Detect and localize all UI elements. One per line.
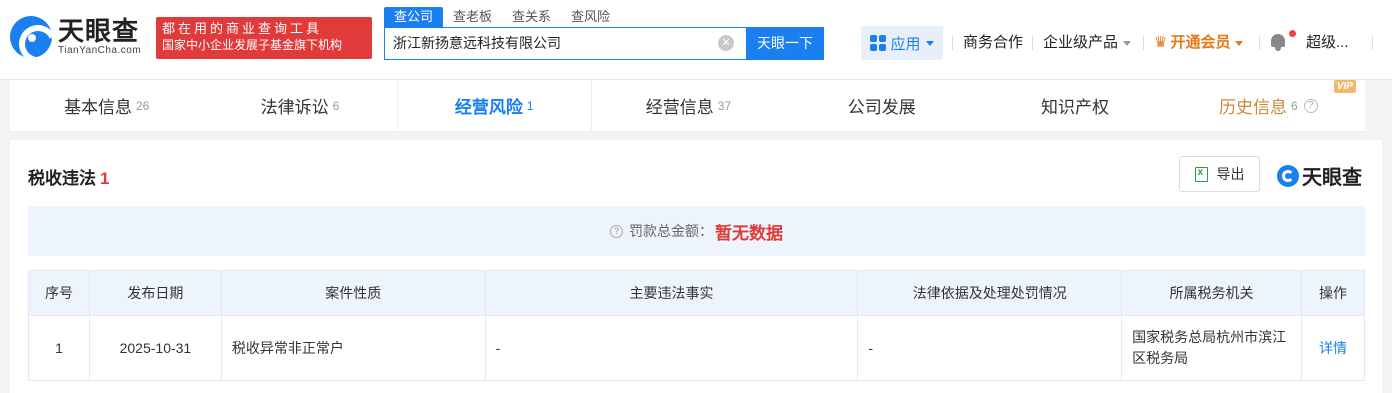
- logo-eye-icon: [1277, 164, 1299, 187]
- search-input[interactable]: 浙江新扬意远科技有限公司 ✕: [384, 27, 746, 60]
- column-header: 所属税务机关: [1121, 270, 1302, 316]
- column-header: 序号: [28, 270, 90, 316]
- nav-divider: [1032, 36, 1033, 50]
- vip-badge: VIP: [1333, 80, 1356, 93]
- cell-no: 1: [28, 315, 90, 381]
- cell-date: 2025-10-31: [88, 315, 222, 381]
- slogan-line-1: 都在用的商业查询工具: [162, 21, 323, 36]
- close-circle-icon[interactable]: ✕: [718, 35, 734, 51]
- tab-count: 37: [717, 98, 732, 113]
- nav-business-link[interactable]: 商务合作: [963, 33, 1023, 53]
- column-header: 案件性质: [220, 270, 486, 316]
- section-count: 1: [100, 169, 110, 188]
- cell-basis: -: [857, 315, 1123, 381]
- search-type-tabs: 查公司 查老板 查关系 查风险: [384, 7, 620, 27]
- export-label: 导出: [1216, 166, 1245, 182]
- tab-label: 经营风险: [454, 98, 523, 117]
- chevron-down-icon: [1235, 40, 1244, 46]
- watermark-text: 天眼查: [1302, 167, 1362, 189]
- fine-summary-bar: ? 罚款总金额： 暂无数据: [28, 206, 1365, 256]
- search-button[interactable]: 天眼一下: [746, 27, 824, 60]
- cell-authority: 国家税务总局杭州市滨江区税务局: [1121, 315, 1302, 381]
- search-tab-relation[interactable]: 查关系: [502, 7, 561, 27]
- tax-violation-panel: 税收违法1 导出 天眼查 ? 罚款总金额： 暂无数据 序号 发布日期 案件性质 …: [10, 140, 1382, 393]
- tab-history[interactable]: VIP 历史信息 6 ?: [1172, 80, 1365, 131]
- logo-domain: TianYanCha.com: [58, 45, 142, 56]
- company-section-tabs: 基本信息 26 法律诉讼 6 经营风险 1 经营信息 37 公司发展 知识产权 VIP …: [10, 80, 1365, 132]
- nav-enterprise-label: 企业级产品: [1043, 34, 1119, 51]
- tax-violation-table: 序号 发布日期 案件性质 主要违法事实 法律依据及处理处罚情况 所属税务机关 操…: [28, 270, 1366, 381]
- top-header: 天眼查 TianYanCha.com 都在用的商业查询工具 国家中小企业发展子基…: [0, 0, 1392, 80]
- bell-icon[interactable]: [1270, 33, 1286, 51]
- tab-label: 知识产权: [1041, 98, 1110, 117]
- tab-count: 6: [332, 98, 340, 113]
- apps-menu-button[interactable]: 应用: [861, 26, 943, 60]
- vip-label: 开通会员: [1170, 34, 1231, 51]
- apps-grid-icon: [870, 35, 887, 51]
- section-title: 税收违法 1: [28, 164, 109, 189]
- tab-legal[interactable]: 法律诉讼 6: [203, 80, 396, 131]
- chevron-down-icon: [925, 40, 934, 46]
- export-button[interactable]: 导出: [1179, 156, 1260, 192]
- nav-divider: [1372, 36, 1373, 50]
- logo-eye-icon: [10, 16, 52, 58]
- tab-intellectual-property[interactable]: 知识产权: [978, 80, 1171, 131]
- fine-label: 罚款总金额：: [629, 223, 713, 239]
- slogan-line-2: 国家中小企业发展子基金旗下机构: [162, 38, 343, 52]
- tab-count: 26: [135, 98, 150, 113]
- nav-divider: [1259, 36, 1260, 50]
- detail-link[interactable]: 详情: [1319, 340, 1347, 356]
- tab-label: 经营信息: [645, 98, 714, 117]
- tab-business-info[interactable]: 经营信息 37: [592, 80, 785, 131]
- tab-count: 1: [526, 98, 534, 113]
- site-logo[interactable]: 天眼查 TianYanCha.com: [10, 16, 141, 58]
- question-icon[interactable]: ?: [1303, 98, 1318, 113]
- column-header[interactable]: 发布日期: [88, 270, 222, 316]
- nav-divider: [952, 36, 953, 50]
- excel-icon: [1194, 166, 1208, 182]
- table-row: 1 2025-10-31 税收异常非正常户 - - 国家税务总局杭州市滨江区税务…: [28, 315, 1366, 381]
- column-header: 法律依据及处理处罚情况: [857, 270, 1123, 316]
- crown-icon: ♛: [1154, 34, 1168, 51]
- table-header-row: 序号 发布日期 案件性质 主要违法事实 法律依据及处理处罚情况 所属税务机关 操…: [28, 270, 1366, 316]
- nav-enterprise-menu[interactable]: 企业级产品: [1043, 33, 1132, 53]
- question-icon[interactable]: ?: [610, 224, 623, 238]
- chevron-down-icon: [1123, 40, 1132, 46]
- search-tab-risk[interactable]: 查风险: [561, 7, 620, 27]
- tab-label: 公司发展: [847, 98, 916, 117]
- column-header: 主要违法事实: [484, 270, 859, 316]
- slogan-banner: 都在用的商业查询工具 国家中小企业发展子基金旗下机构: [156, 17, 372, 59]
- tab-company-development[interactable]: 公司发展: [785, 80, 978, 131]
- vip-open-menu[interactable]: ♛ 开通会员: [1154, 33, 1244, 53]
- tab-count: 6: [1290, 98, 1298, 113]
- notification-dot: [1289, 30, 1296, 37]
- search-tab-company[interactable]: 查公司: [384, 7, 444, 27]
- tab-business-risk[interactable]: 经营风险 1: [396, 80, 592, 131]
- logo-name: 天眼查: [58, 16, 140, 46]
- nav-divider: [1143, 36, 1144, 50]
- cell-nature: 税收异常非正常户: [220, 315, 486, 381]
- tab-label: 基本信息: [63, 98, 132, 117]
- tab-label: 历史信息: [1218, 98, 1287, 117]
- tab-basic-info[interactable]: 基本信息 26: [10, 80, 203, 131]
- section-title-text: 税收违法: [28, 169, 96, 188]
- search-query-text: 浙江新扬意远科技有限公司: [393, 35, 561, 51]
- fine-value: 暂无数据: [715, 223, 783, 243]
- cell-facts: -: [484, 315, 859, 381]
- apps-label: 应用: [890, 35, 921, 53]
- column-header: 操作: [1300, 270, 1366, 316]
- cell-action: 详情: [1300, 315, 1366, 381]
- tab-label: 法律诉讼: [260, 98, 329, 117]
- search-tab-boss[interactable]: 查老板: [443, 7, 502, 27]
- watermark-logo: 天眼查: [1277, 161, 1362, 190]
- user-menu[interactable]: 超级...: [1306, 33, 1349, 53]
